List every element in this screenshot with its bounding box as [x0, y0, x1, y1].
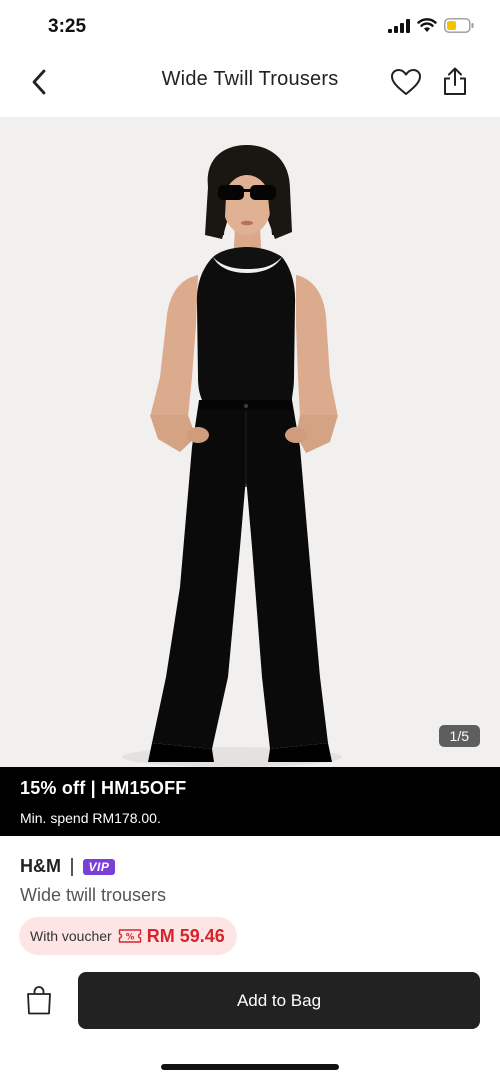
product-image[interactable]: 1/5 — [0, 117, 500, 767]
vip-badge: VIP — [82, 858, 116, 875]
status-icons — [388, 18, 474, 33]
model-photo — [122, 145, 342, 767]
cellular-signal-icon — [388, 18, 410, 33]
price-label: With voucher — [30, 928, 112, 944]
voucher-min-spend: Min. spend RM178.00. — [20, 810, 161, 826]
wishlist-button[interactable] — [388, 64, 424, 100]
voucher-price-pill[interactable]: With voucher % RM 59.46 — [19, 917, 237, 955]
brand-name[interactable]: H&M — [20, 856, 61, 877]
voucher-price: RM 59.46 — [146, 925, 225, 946]
add-to-bag-button[interactable]: Add to Bag — [78, 972, 480, 1029]
voucher-title: 15% off | HM15OFF — [20, 778, 187, 798]
voucher-banner[interactable]: 15% off | HM15OFF Min. spend RM178.00. — [0, 767, 500, 836]
svg-text:%: % — [125, 933, 134, 943]
wifi-icon — [417, 18, 437, 32]
nav-bar: Wide Twill Trousers — [0, 54, 500, 114]
brand-row: H&M VIP — [20, 856, 116, 877]
bag-icon — [27, 986, 51, 1015]
brand-divider — [71, 857, 73, 876]
voucher-ticket-icon: % — [118, 928, 142, 944]
share-button[interactable] — [437, 63, 473, 99]
battery-icon — [444, 18, 474, 33]
home-indicator[interactable] — [161, 1064, 339, 1070]
heart-icon — [391, 69, 421, 95]
product-name: Wide twill trousers — [20, 885, 167, 905]
status-time: 3:25 — [48, 16, 87, 37]
status-bar: 3:25 — [0, 0, 500, 54]
share-icon — [444, 67, 466, 95]
image-counter: 1/5 — [438, 725, 480, 747]
page-title: Wide Twill Trousers — [161, 68, 339, 90]
shopping-bag-button[interactable] — [22, 983, 56, 1017]
